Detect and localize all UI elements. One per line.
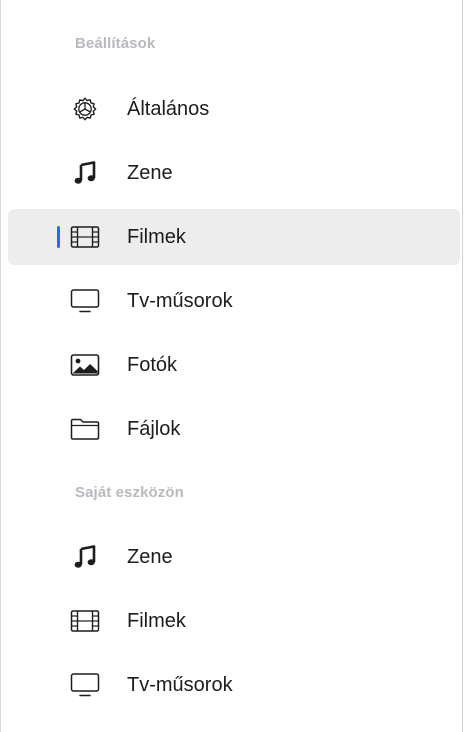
sidebar-item-label: Fájlok	[127, 418, 181, 440]
sidebar-item-device-movies[interactable]: Filmek	[8, 593, 460, 649]
photo-icon	[70, 350, 100, 380]
sidebar-item-photos[interactable]: Fotók	[8, 337, 460, 393]
settings-section-header: Beállítások	[75, 35, 156, 52]
sidebar-item-files[interactable]: Fájlok	[8, 401, 460, 457]
film-icon	[70, 606, 100, 636]
film-icon	[70, 222, 100, 252]
sidebar-item-label: Filmek	[127, 226, 186, 248]
sidebar-item-label: Zene	[127, 162, 173, 184]
sidebar: Beállítások Általános Zene Filmek Tv-műs…	[0, 0, 466, 732]
sidebar-item-device-tv-shows[interactable]: Tv-műsorok	[8, 657, 460, 713]
device-section-header: Saját eszközön	[75, 484, 184, 501]
sidebar-item-label: Filmek	[127, 610, 186, 632]
sidebar-item-movies[interactable]: Filmek	[8, 209, 460, 265]
sidebar-item-label: Fotók	[127, 354, 178, 376]
sidebar-item-device-music[interactable]: Zene	[8, 529, 460, 585]
sidebar-right-divider	[462, 0, 463, 732]
tv-icon	[70, 670, 100, 700]
gear-icon	[70, 94, 100, 124]
music-note-icon	[70, 158, 100, 188]
sidebar-item-label: Tv-műsorok	[127, 290, 233, 312]
sidebar-item-tv-shows[interactable]: Tv-műsorok	[8, 273, 460, 329]
music-note-icon	[70, 542, 100, 572]
folder-icon	[70, 414, 100, 444]
sidebar-item-label: Zene	[127, 546, 173, 568]
sidebar-item-label: Tv-műsorok	[127, 674, 233, 696]
sidebar-item-general[interactable]: Általános	[8, 81, 460, 137]
sidebar-item-music[interactable]: Zene	[8, 145, 460, 201]
sidebar-item-label: Általános	[127, 98, 210, 120]
sidebar-left-divider	[0, 0, 1, 732]
selection-indicator	[57, 226, 60, 248]
tv-icon	[70, 286, 100, 316]
